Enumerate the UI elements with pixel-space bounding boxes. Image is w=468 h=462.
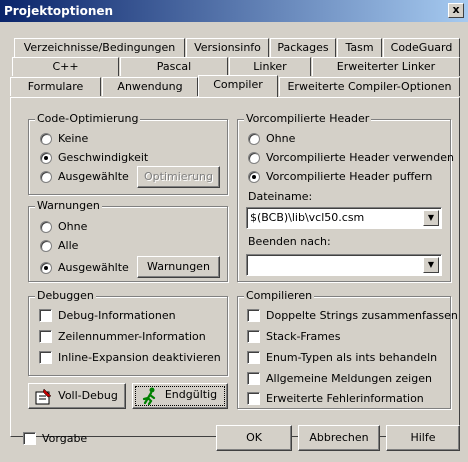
line-number-label: Zeilennummer-Information [58,330,206,343]
radio-opt-none[interactable] [40,133,52,145]
close-button[interactable]: x [448,3,464,18]
merge-strings-label: Doppelte Strings zusammenfassen [266,309,458,322]
warn-selected-label: Ausgewählte [58,261,129,274]
filename-combo[interactable]: $(BCB)\lib\vcl50.csm ▼ [246,207,442,229]
radio-pch-use[interactable] [248,152,260,164]
opt-none-label: Keine [58,132,89,145]
help-button[interactable]: Hilfe [386,425,460,451]
tab-tasm[interactable]: Tasm [337,38,382,57]
opt-selected-label: Ausgewählte [58,170,129,183]
default-label: Vorgabe [42,432,88,445]
pch-none-label: Ohne [266,132,296,145]
debug-tool-icon [35,388,52,405]
radio-pch-none[interactable] [248,133,260,145]
tab-formulare[interactable]: Formulare [10,77,101,96]
radio-warn-all[interactable] [40,240,52,252]
warn-all-label: Alle [58,239,79,252]
merge-strings-checkbox[interactable] [247,309,260,322]
warn-none-label: Ohne [58,220,88,233]
general-messages-label: Allgemeine Meldungen zeigen [266,372,432,385]
tab-verzeichnisse[interactable]: Verzeichnisse/Bedingungen [14,38,185,57]
tab-erweiterter-linker[interactable]: Erweiterter Linker [312,57,460,76]
enum-ints-checkbox[interactable] [247,351,260,364]
filename-label: Dateiname: [248,190,313,203]
title-bar: Projektoptionen x [0,0,468,22]
stack-frames-checkbox[interactable] [247,330,260,343]
ok-button[interactable]: OK [216,425,292,451]
tab-anwendung[interactable]: Anwendung [102,77,198,96]
window-title: Projektoptionen [4,4,114,18]
release-label: Endgültig [164,388,218,401]
radio-pch-cache[interactable] [248,171,260,183]
default-checkbox[interactable] [23,432,36,445]
precompiled-header-title: Vorcompilierte Header [244,112,372,125]
tab-cpp[interactable]: C++ [12,57,119,76]
optimization-button[interactable]: Optimierung [137,166,220,188]
extended-error-info-checkbox[interactable] [247,392,260,405]
tab-compiler[interactable]: Compiler [198,75,278,97]
code-optimization-title: Code-Optimierung [35,112,141,125]
chevron-down-icon[interactable]: ▼ [423,210,439,226]
stop-after-label: Beenden nach: [248,235,331,248]
radio-warn-none[interactable] [40,221,52,233]
pch-cache-label: Vorcompilierte Header puffern [266,170,433,183]
project-options-dialog: Projektoptionen x Verzeichnisse/Bedingun… [0,0,468,462]
debug-title: Debuggen [35,289,96,302]
debug-info-checkbox[interactable] [39,309,52,322]
filename-value: $(BCB)\lib\vcl50.csm [250,211,365,224]
tab-packages[interactable]: Packages [270,38,336,57]
warnings-button[interactable]: Warnungen [137,256,220,278]
full-debug-label: Voll-Debug [58,389,118,402]
release-button[interactable]: Endgültig [132,383,228,409]
runner-icon [142,387,156,405]
radio-opt-speed[interactable] [40,152,52,164]
pch-use-label: Vorcompilierte Header verwenden [266,151,454,164]
enum-ints-label: Enum-Typen als ints behandeln [266,351,438,364]
debug-info-label: Debug-Informationen [58,309,176,322]
full-debug-button[interactable]: Voll-Debug [28,383,126,409]
opt-speed-label: Geschwindigkeit [58,151,149,164]
tab-erweiterte-compiler-optionen[interactable]: Erweiterte Compiler-Optionen [279,77,460,96]
extended-error-info-label: Erweiterte Fehlerinformation [266,392,424,405]
inline-expansion-checkbox[interactable] [39,351,52,364]
tab-linker[interactable]: Linker [229,57,311,76]
stop-after-combo[interactable]: ▼ [246,254,442,276]
tab-pascal[interactable]: Pascal [120,57,228,76]
radio-opt-selected[interactable] [40,171,52,183]
radio-warn-selected[interactable] [40,262,52,274]
tab-codeguard[interactable]: CodeGuard [383,38,460,57]
warnings-title: Warnungen [35,199,102,212]
cancel-button[interactable]: Abbrechen [298,425,380,451]
general-messages-checkbox[interactable] [247,372,260,385]
compile-title: Compilieren [244,289,315,302]
tab-versionsinfo[interactable]: Versionsinfo [186,38,269,57]
chevron-down-icon[interactable]: ▼ [423,257,439,273]
line-number-checkbox[interactable] [39,330,52,343]
stack-frames-label: Stack-Frames [266,330,341,343]
inline-expansion-label: Inline-Expansion deaktivieren [58,351,221,364]
